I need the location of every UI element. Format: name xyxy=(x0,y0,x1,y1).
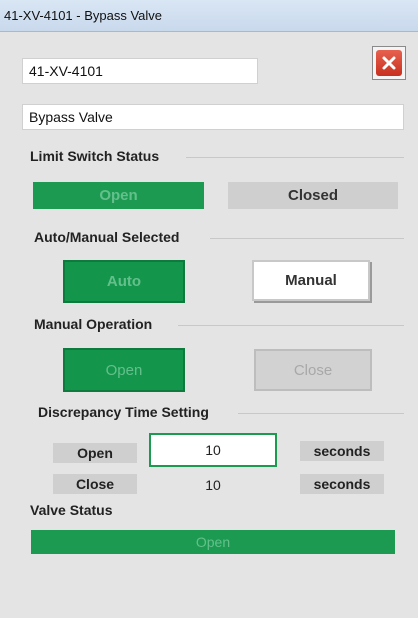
valve-status-indicator: Open xyxy=(31,530,395,554)
description-field: Bypass Valve xyxy=(22,104,404,130)
discrepancy-open-unit: seconds xyxy=(300,441,384,461)
auto-button[interactable]: Auto xyxy=(63,260,185,303)
manual-open-button[interactable]: Open xyxy=(63,348,185,392)
valve-faceplate-window: 41-XV-4101 - Bypass Valve 41-XV-4101 Byp… xyxy=(0,0,418,618)
discrepancy-open-input[interactable]: 10 xyxy=(149,433,277,467)
valve-status-title: Valve Status xyxy=(30,502,113,518)
description-text: Bypass Valve xyxy=(29,109,113,125)
limit-closed-indicator: Closed xyxy=(228,182,398,209)
tag-field: 41-XV-4101 xyxy=(22,58,258,84)
tag-text: 41-XV-4101 xyxy=(29,63,103,79)
manual-operation-title: Manual Operation xyxy=(34,316,153,332)
window-title-bar: 41-XV-4101 - Bypass Valve xyxy=(0,0,418,32)
window-title: 41-XV-4101 - Bypass Valve xyxy=(4,8,163,23)
discrepancy-open-label: Open xyxy=(53,443,137,463)
discrepancy-close-label: Close xyxy=(53,474,137,494)
discrepancy-close-input[interactable]: 10 xyxy=(149,474,277,496)
discrepancy-title: Discrepancy Time Setting xyxy=(38,404,209,420)
manual-close-button[interactable]: Close xyxy=(254,349,372,391)
limit-open-indicator: Open xyxy=(33,182,204,209)
limit-switch-title: Limit Switch Status xyxy=(30,148,160,164)
section-divider xyxy=(210,238,404,239)
close-button[interactable] xyxy=(372,46,406,80)
close-icon xyxy=(376,50,402,76)
section-divider xyxy=(178,325,404,326)
discrepancy-close-unit: seconds xyxy=(300,474,384,494)
section-divider xyxy=(238,413,404,414)
manual-button[interactable]: Manual xyxy=(252,260,370,301)
section-divider xyxy=(186,157,404,158)
auto-manual-title: Auto/Manual Selected xyxy=(34,229,180,245)
